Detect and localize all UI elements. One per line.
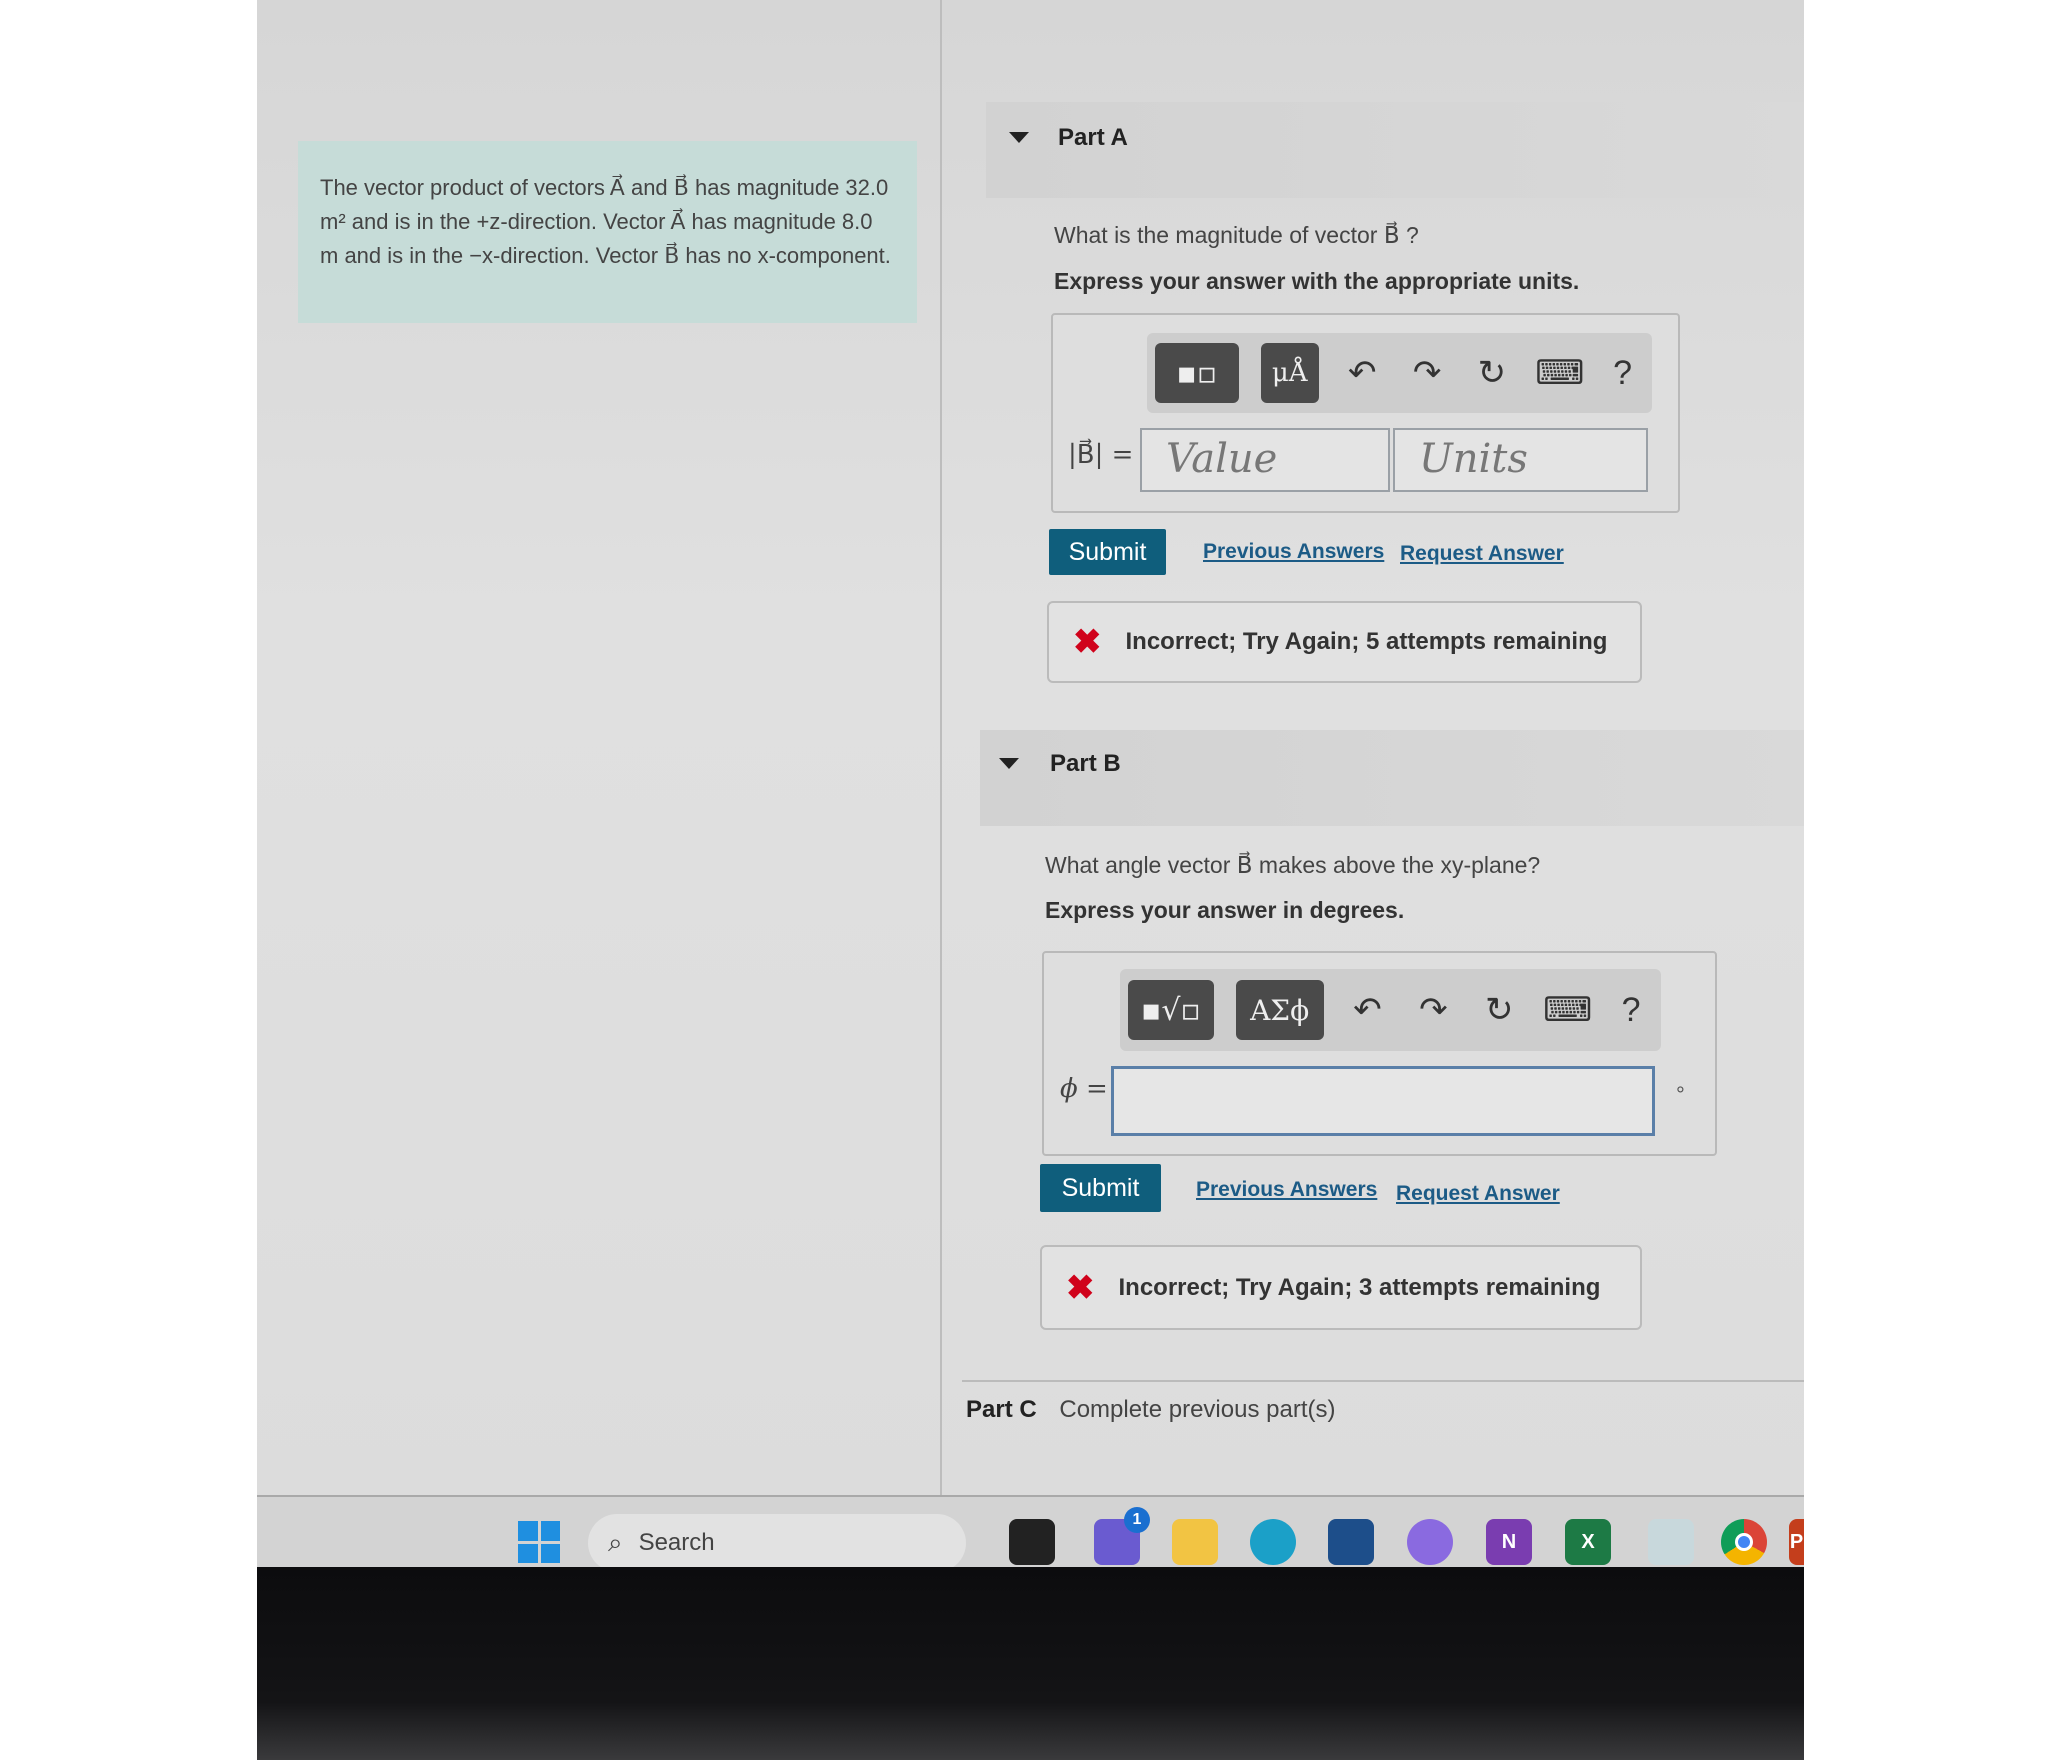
units-button[interactable]: μÅ xyxy=(1260,343,1319,403)
divider xyxy=(962,1380,1804,1382)
part-a-request-answer-link[interactable]: Request Answer xyxy=(1400,542,1564,566)
units-input[interactable]: Units xyxy=(1393,428,1648,492)
pane-divider xyxy=(940,0,942,1495)
part-a-submit-button[interactable]: Submit xyxy=(1049,529,1166,575)
windows-start-icon[interactable] xyxy=(518,1521,560,1563)
part-b-feedback-text: Incorrect; Try Again; 3 attempts remaini… xyxy=(1118,1273,1601,1301)
part-a-feedback: ✖ Incorrect; Try Again; 5 attempts remain… xyxy=(1047,601,1642,683)
error-x-icon: ✖ xyxy=(1066,1268,1095,1307)
phi-label: ϕ = xyxy=(1060,1074,1108,1104)
chrome-icon[interactable] xyxy=(1721,1519,1767,1565)
value-input[interactable]: Value xyxy=(1140,428,1390,492)
part-b-request-answer-link[interactable]: Request Answer xyxy=(1396,1182,1560,1206)
keyboard-icon[interactable]: ⌨ xyxy=(1535,353,1584,393)
copilot-icon[interactable] xyxy=(1407,1519,1453,1565)
symbols-button[interactable]: ΑΣϕ xyxy=(1235,980,1324,1040)
edge-icon[interactable] xyxy=(1250,1519,1296,1565)
help-icon[interactable]: ? xyxy=(1601,354,1644,393)
search-label: Search xyxy=(638,1529,715,1556)
file-explorer-icon[interactable] xyxy=(1172,1519,1218,1565)
degree-unit: ° xyxy=(1676,1082,1685,1107)
redo-icon[interactable]: ↷ xyxy=(1406,353,1449,393)
error-x-icon: ✖ xyxy=(1073,623,1102,661)
part-a-feedback-text: Incorrect; Try Again; 5 attempts remaini… xyxy=(1125,628,1608,655)
templates-button[interactable]: ▪▫ xyxy=(1155,343,1239,403)
task-view-icon[interactable] xyxy=(1009,1519,1055,1565)
part-b-feedback: ✖ Incorrect; Try Again; 3 attempts remain… xyxy=(1040,1245,1642,1330)
part-a-toolbar: ▪▫ μÅ ↶ ↷ ↻ ⌨ ? xyxy=(1147,333,1652,413)
notepad-icon[interactable] xyxy=(1648,1519,1694,1565)
collapse-triangle-icon[interactable] xyxy=(999,758,1019,769)
help-icon[interactable]: ? xyxy=(1609,991,1653,1030)
part-a-question: What is the magnitude of vector B⃗ ? xyxy=(1054,222,1419,248)
part-b-submit-button[interactable]: Submit xyxy=(1040,1164,1161,1212)
monitor-bezel xyxy=(257,1567,1804,1760)
search-box[interactable]: ⌕ Search xyxy=(588,1514,966,1572)
part-a-title: Part A xyxy=(1058,124,1128,151)
chat-badge: 1 xyxy=(1124,1507,1150,1533)
collapse-triangle-icon[interactable] xyxy=(1009,132,1029,143)
part-b-previous-answers-link[interactable]: Previous Answers xyxy=(1196,1178,1377,1202)
problem-statement: The vector product of vectors A⃗ and B⃗ … xyxy=(298,141,917,323)
part-a-previous-answers-link[interactable]: Previous Answers xyxy=(1203,540,1384,564)
search-icon: ⌕ xyxy=(608,1527,623,1557)
chat-icon[interactable]: 1 xyxy=(1094,1507,1150,1565)
part-c-row[interactable]: Part C Complete previous part(s) xyxy=(966,1396,1335,1424)
problem-text: The vector product of vectors A⃗ and B⃗ … xyxy=(320,175,891,268)
part-b-title: Part B xyxy=(1050,750,1121,777)
part-b-instruction: Express your answer in degrees. xyxy=(1045,897,1405,923)
store-icon[interactable] xyxy=(1328,1519,1374,1565)
part-b-header[interactable] xyxy=(980,730,1804,826)
undo-icon[interactable]: ↶ xyxy=(1341,353,1384,393)
keyboard-icon[interactable]: ⌨ xyxy=(1543,990,1592,1030)
onenote-icon[interactable]: N xyxy=(1486,1519,1532,1565)
part-b-question: What angle vector B⃗ makes above the xy-… xyxy=(1045,852,1541,878)
part-a-instruction: Express your answer with the appropriate… xyxy=(1054,268,1580,294)
redo-icon[interactable]: ↷ xyxy=(1411,990,1455,1030)
magnitude-b-label: |B⃗| = xyxy=(1068,440,1134,470)
part-c-status: Complete previous part(s) xyxy=(1059,1396,1336,1423)
part-c-title: Part C xyxy=(966,1396,1037,1423)
undo-icon[interactable]: ↶ xyxy=(1346,990,1390,1030)
excel-icon[interactable]: X xyxy=(1565,1519,1611,1565)
reset-icon[interactable]: ↻ xyxy=(1477,990,1521,1030)
powerpoint-icon[interactable]: P xyxy=(1789,1519,1804,1565)
angle-input[interactable] xyxy=(1111,1066,1655,1136)
templates-button[interactable]: ▪√▫ xyxy=(1128,980,1214,1040)
part-b-toolbar: ▪√▫ ΑΣϕ ↶ ↷ ↻ ⌨ ? xyxy=(1120,969,1661,1051)
reset-icon[interactable]: ↻ xyxy=(1470,353,1513,393)
